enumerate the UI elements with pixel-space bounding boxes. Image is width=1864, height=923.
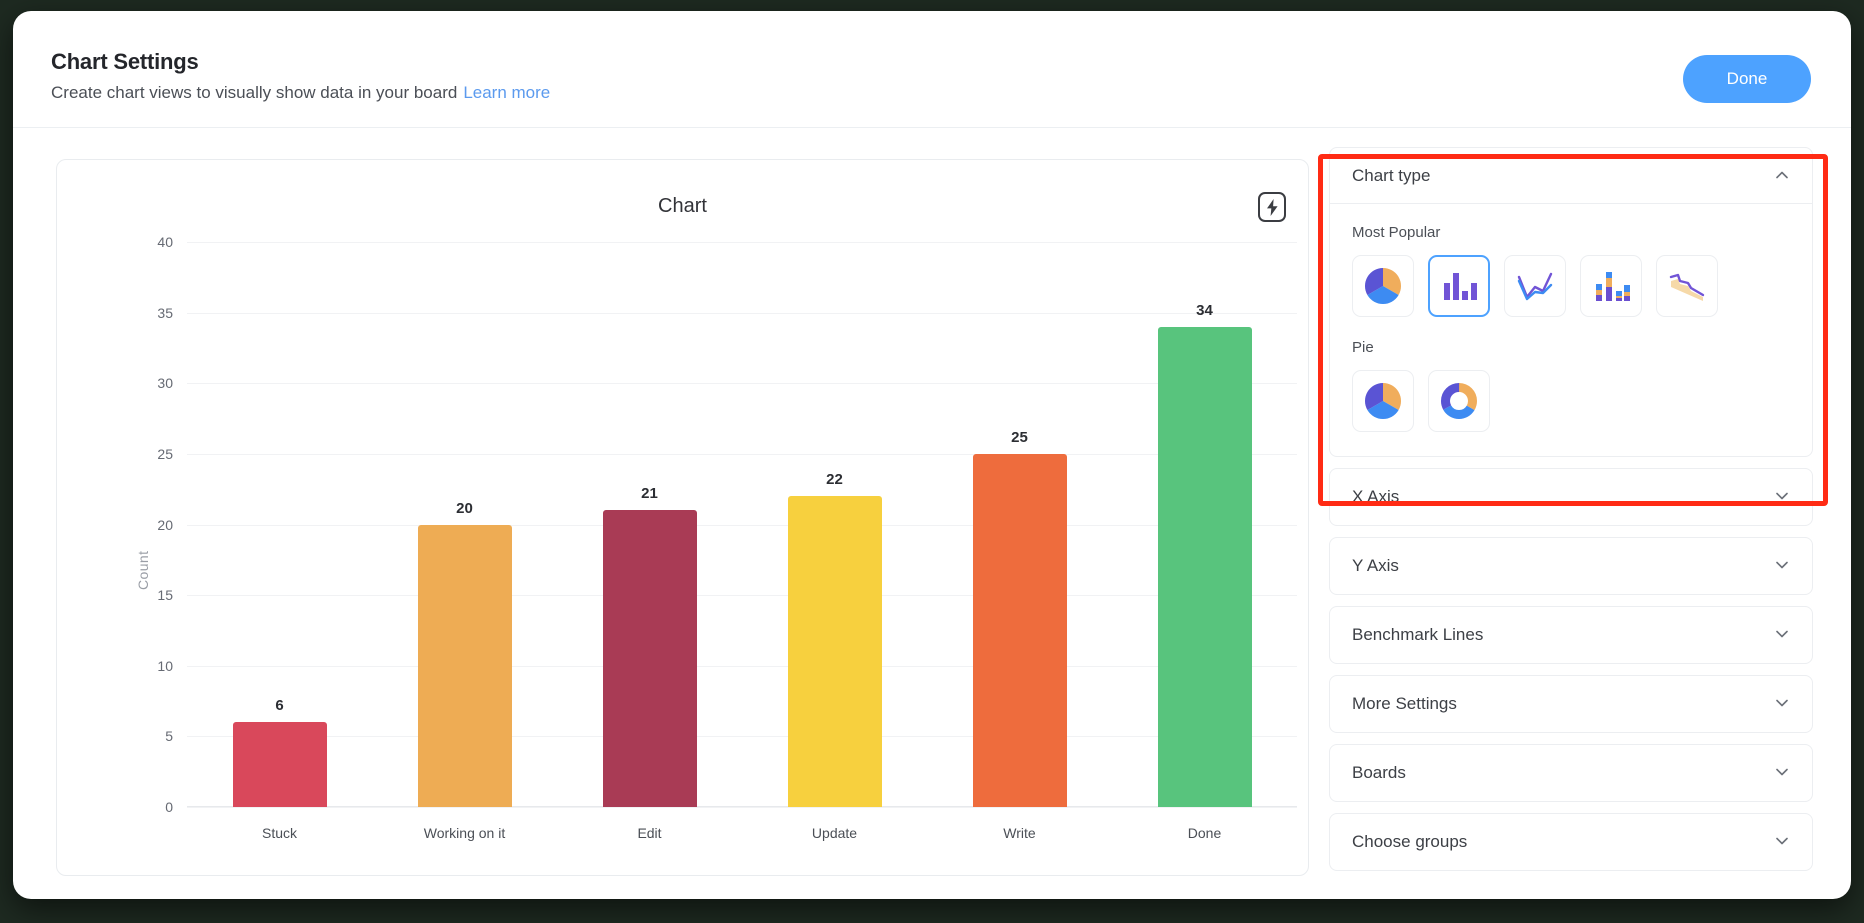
x-axis-tick: Update [812,825,857,841]
y-axis-label: Count [135,551,151,590]
accordion-header-choose-groups[interactable]: Choose groups [1330,814,1812,870]
donut-chart-icon[interactable] [1428,370,1490,432]
done-button[interactable]: Done [1683,55,1811,103]
subtitle-text: Create chart views to visually show data… [51,83,457,103]
y-axis-tick: 40 [157,234,173,250]
plot-area: 0510152025303540 6Stuck20Working on it21… [187,242,1297,807]
accordion-x-axis: X Axis [1329,468,1813,526]
group-label-pie: Pie [1352,339,1790,356]
bar-value-label: 34 [1196,302,1213,319]
stacked-bar-chart-icon[interactable] [1580,255,1642,317]
accordion-label: Chart type [1352,166,1430,186]
learn-more-link[interactable]: Learn more [463,83,550,103]
accordion-boards: Boards [1329,744,1813,802]
accordion-label: Benchmark Lines [1352,625,1483,645]
accordion-header-more-settings[interactable]: More Settings [1330,676,1812,732]
subtitle-row: Create chart views to visually show data… [51,83,550,103]
x-axis-tick: Write [1003,825,1035,841]
bar-chart-icon[interactable] [1428,255,1490,317]
accordion-label: Y Axis [1352,556,1399,576]
bar[interactable] [233,722,327,807]
accordion-chart-type: Chart type Most Popular [1329,147,1813,457]
y-axis-tick: 35 [157,305,173,321]
accordion-header-y-axis[interactable]: Y Axis [1330,538,1812,594]
chevron-down-icon[interactable] [1774,488,1790,504]
y-axis-tick: 5 [165,728,173,744]
bar-value-label: 25 [1011,429,1028,446]
page-title: Chart Settings [51,49,199,75]
x-axis-tick: Edit [637,825,661,841]
group-label-most-popular: Most Popular [1352,224,1790,241]
area-chart-icon[interactable] [1656,255,1718,317]
accordion-more-settings: More Settings [1329,675,1813,733]
accordion-label: Boards [1352,763,1406,783]
y-axis-tick: 25 [157,446,173,462]
chevron-down-icon[interactable] [1774,557,1790,573]
chart-type-row-most-popular [1352,255,1790,317]
pie-chart-icon[interactable] [1352,255,1414,317]
accordion-header-boards[interactable]: Boards [1330,745,1812,801]
bar[interactable] [788,496,882,807]
accordion-label: X Axis [1352,487,1399,507]
y-axis-tick: 20 [157,517,173,533]
accordion-header-x-axis[interactable]: X Axis [1330,469,1812,525]
y-axis-tick: 10 [157,658,173,674]
bar-group: 21Edit [557,242,742,807]
accordion-header-benchmark-lines[interactable]: Benchmark Lines [1330,607,1812,663]
accordion-benchmark-lines: Benchmark Lines [1329,606,1813,664]
bar-value-label: 20 [456,500,473,517]
chart-preview-card: Chart Count 0510152025303540 6Stuck20Wor… [56,159,1309,876]
chart-type-options: Most Popular [1330,204,1812,456]
gridline [187,807,1297,808]
settings-panel: Chart type Most Popular [1329,147,1813,877]
chevron-down-icon[interactable] [1774,626,1790,642]
bar-series: 6Stuck20Working on it21Edit22Update25Wri… [187,242,1297,807]
chevron-up-icon[interactable] [1774,167,1790,183]
bar-group: 6Stuck [187,242,372,807]
y-axis-tick: 0 [165,799,173,815]
y-axis-tick: 30 [157,375,173,391]
bar[interactable] [1158,327,1252,807]
x-axis-tick: Done [1188,825,1221,841]
bar[interactable] [973,454,1067,807]
accordion-sections: X Axis Y Axis Benchmark Lines More Settings… [1329,468,1813,871]
accordion-label: Choose groups [1352,832,1467,852]
modal-header: Chart Settings Create chart views to vis… [13,11,1851,128]
lightning-bolt-icon[interactable] [1258,192,1286,222]
x-axis-tick: Stuck [262,825,297,841]
chart-type-row-pie [1352,370,1790,432]
bar-group: 25Write [927,242,1112,807]
accordion-header-chart-type[interactable]: Chart type [1330,148,1812,204]
chart-title: Chart [57,195,1308,218]
accordion-choose-groups: Choose groups [1329,813,1813,871]
chevron-down-icon[interactable] [1774,695,1790,711]
line-chart-icon[interactable] [1504,255,1566,317]
x-axis-tick: Working on it [424,825,505,841]
accordion-y-axis: Y Axis [1329,537,1813,595]
bar-group: 22Update [742,242,927,807]
bar[interactable] [603,510,697,807]
bar-value-label: 22 [826,471,843,488]
bar-group: 34Done [1112,242,1297,807]
bar[interactable] [418,525,512,808]
accordion-label: More Settings [1352,694,1457,714]
bar-value-label: 6 [275,697,283,714]
y-axis-tick: 15 [157,587,173,603]
bar-group: 20Working on it [372,242,557,807]
bar-value-label: 21 [641,485,658,502]
chevron-down-icon[interactable] [1774,764,1790,780]
chart-settings-modal: Chart Settings Create chart views to vis… [13,11,1851,899]
chevron-down-icon[interactable] [1774,833,1790,849]
pie-chart-icon[interactable] [1352,370,1414,432]
